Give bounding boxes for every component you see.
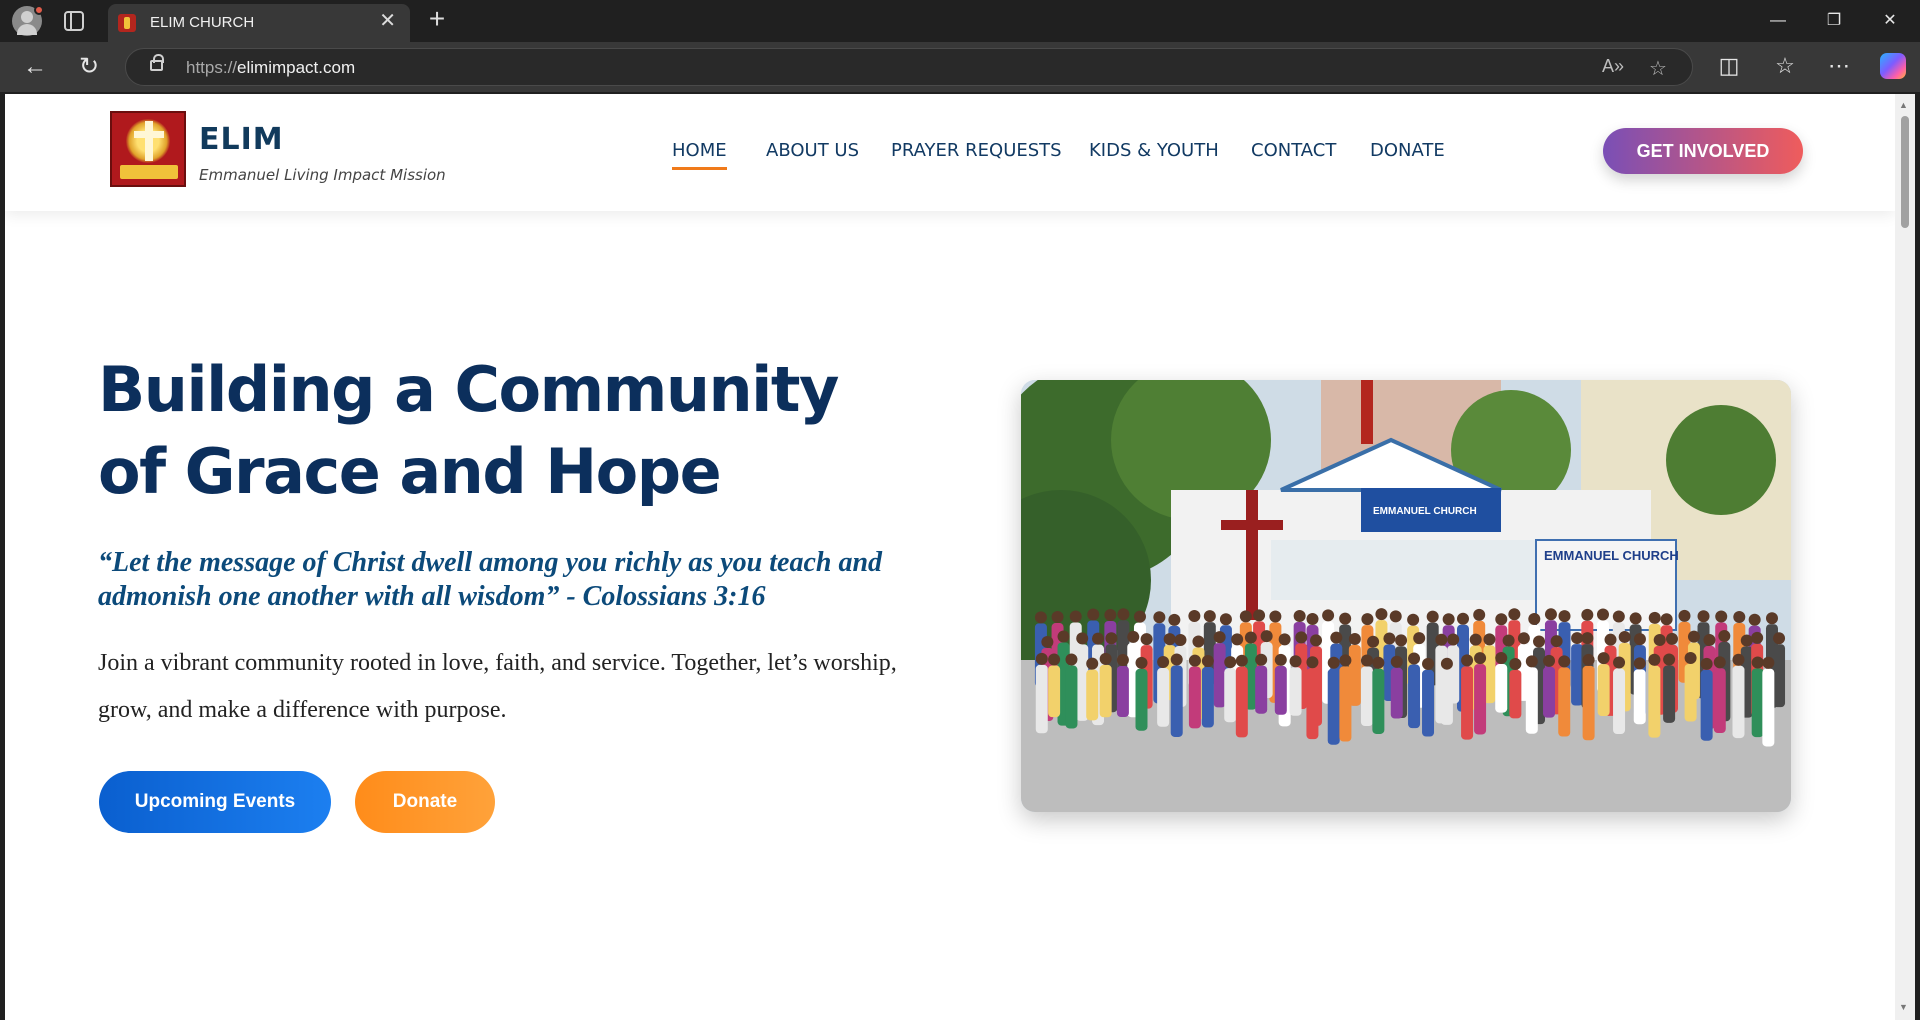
favorite-star-icon[interactable]: ☆ xyxy=(1649,56,1667,81)
tab-title: ELIM CHURCH xyxy=(150,14,255,31)
tab-strip: ELIM CHURCH ✕ + — ❐ ✕ xyxy=(0,0,1920,42)
restore-icon[interactable]: ❐ xyxy=(1806,0,1862,42)
copilot-icon[interactable] xyxy=(1880,53,1906,79)
read-aloud-icon[interactable]: A» xyxy=(1602,56,1624,77)
nav-home[interactable]: HOME xyxy=(672,140,727,170)
page-scrollbar[interactable]: ▲ ▼ xyxy=(1895,94,1915,1020)
scripture-quote: “Let the message of Christ dwell among y… xyxy=(98,547,883,612)
church-sign-text: EMMANUEL CHURCH xyxy=(1373,506,1477,517)
nav-donate[interactable]: DONATE xyxy=(1370,140,1445,161)
brand-tagline: Emmanuel Living Impact Mission xyxy=(199,166,446,184)
donate-button[interactable]: Donate xyxy=(355,771,495,833)
hero-title-line1: Building a Community xyxy=(98,353,839,426)
favicon-icon xyxy=(118,14,136,32)
nav-prayer-requests[interactable]: PRAYER REQUESTS xyxy=(891,140,1062,161)
url-protocol: https:// xyxy=(186,58,238,77)
nav-about-us[interactable]: ABOUT US xyxy=(766,140,859,161)
community-photo: EMMANUEL CHURCH EMMANUEL CHURCH xyxy=(1021,380,1791,812)
congregation-illustration xyxy=(1021,380,1791,812)
scroll-up-icon[interactable]: ▲ xyxy=(1899,100,1908,110)
page-viewport: ELIM Emmanuel Living Impact Mission HOME… xyxy=(5,94,1895,1020)
nav-kids-youth[interactable]: KIDS & YOUTH xyxy=(1089,140,1219,161)
new-tab-icon[interactable]: + xyxy=(424,5,450,34)
close-tab-icon[interactable]: ✕ xyxy=(379,10,396,32)
refresh-icon[interactable]: ↻ xyxy=(74,52,104,82)
banner-title-text: EMMANUEL CHURCH xyxy=(1544,548,1679,563)
upcoming-events-button[interactable]: Upcoming Events xyxy=(99,771,331,833)
profile-icon[interactable] xyxy=(12,5,44,36)
scroll-thumb[interactable] xyxy=(1901,116,1909,228)
site-header: ELIM Emmanuel Living Impact Mission HOME… xyxy=(5,94,1895,211)
browser-window: ELIM CHURCH ✕ + — ❐ ✕ ← ↻ https://elimim… xyxy=(0,0,1920,1020)
close-window-icon[interactable]: ✕ xyxy=(1862,0,1918,42)
brand-name[interactable]: ELIM xyxy=(199,122,284,157)
church-logo[interactable] xyxy=(110,111,186,187)
scroll-down-icon[interactable]: ▼ xyxy=(1899,1002,1908,1012)
nav-contact[interactable]: CONTACT xyxy=(1251,140,1336,161)
notification-dot xyxy=(34,5,44,15)
lock-icon[interactable] xyxy=(150,54,164,71)
minimize-icon[interactable]: — xyxy=(1750,0,1806,42)
get-involved-button[interactable]: GET INVOLVED xyxy=(1603,128,1803,174)
hero-description: Join a vibrant community rooted in love,… xyxy=(98,650,897,723)
back-icon[interactable]: ← xyxy=(20,52,50,82)
address-bar[interactable]: https://elimimpact.com A» ☆ xyxy=(125,48,1693,86)
tab-actions-icon[interactable] xyxy=(64,11,84,31)
url-host: elimimpact.com xyxy=(237,58,356,77)
address-toolbar: ← ↻ https://elimimpact.com A» ☆ ◫ ☆ ⋯ xyxy=(0,42,1920,92)
url-text[interactable]: https://elimimpact.com xyxy=(186,58,355,78)
hero-title-line2: of Grace and Hope xyxy=(98,435,722,508)
split-screen-icon[interactable]: ◫ xyxy=(1714,53,1744,79)
more-icon[interactable]: ⋯ xyxy=(1824,53,1854,79)
favorites-icon[interactable]: ☆ xyxy=(1770,53,1800,79)
tab-active[interactable]: ELIM CHURCH ✕ xyxy=(108,4,410,42)
hero-title: Building a Community of Grace and Hope xyxy=(98,349,878,513)
